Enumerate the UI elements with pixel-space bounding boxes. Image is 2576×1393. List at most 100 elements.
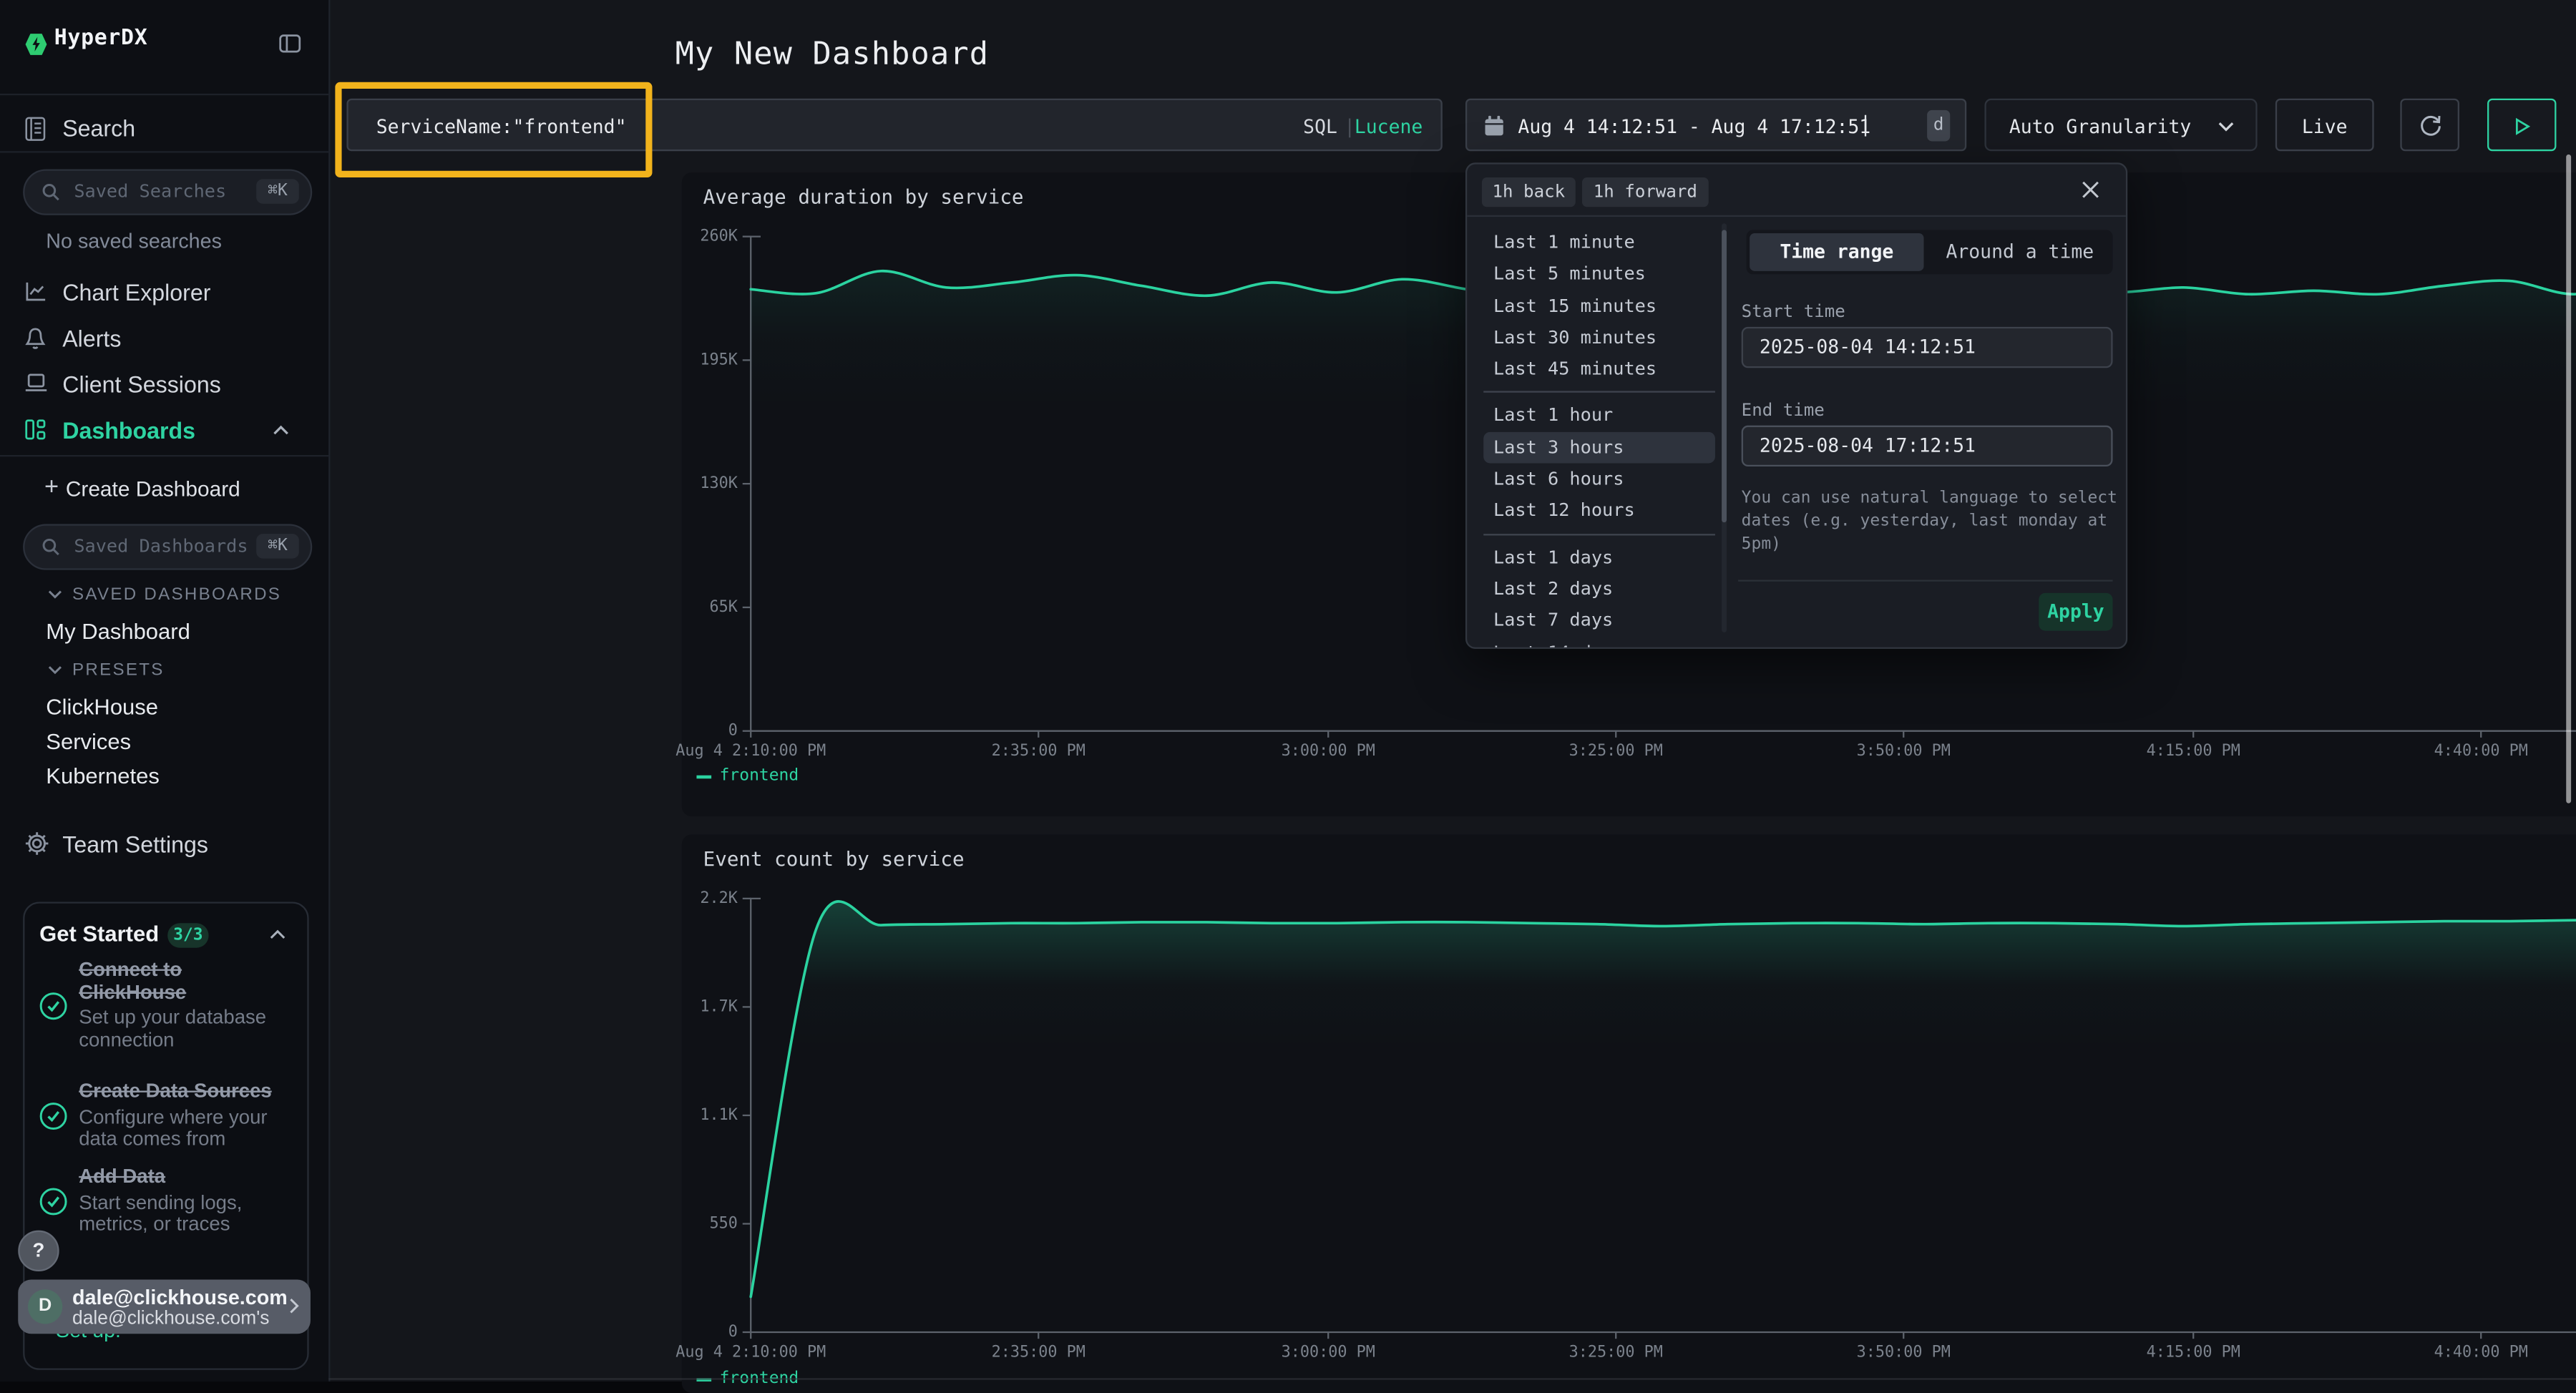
get-started-item-title: Connect to ClickHouse: [79, 959, 279, 1004]
laptop-icon: [24, 373, 47, 393]
saved-searches-input[interactable]: Saved Searches ⌘K: [23, 169, 312, 215]
sidebar-item-label: Dashboards: [62, 417, 195, 444]
check-circle-icon: [39, 1102, 67, 1130]
shift-back-button[interactable]: 1h back: [1482, 177, 1576, 207]
svg-text:65K: 65K: [709, 598, 738, 616]
bell-icon: [24, 327, 46, 350]
main-content: My New Dashboard ServiceName:"frontend" …: [328, 0, 2576, 1382]
live-button[interactable]: Live: [2275, 99, 2374, 151]
get-started-item-subtitle: Set up your database connection: [79, 1007, 279, 1051]
get-started-item[interactable]: Connect to ClickHouseSet up your databas…: [39, 959, 283, 1052]
scrollbar-thumb[interactable]: [1722, 230, 1727, 522]
saved-dashboards-section-header[interactable]: SAVED DASHBOARDS: [0, 582, 328, 608]
run-query-button[interactable]: [2487, 99, 2555, 151]
preset-link-services[interactable]: Services: [0, 725, 328, 759]
time-range-option[interactable]: Last 12 hours: [1483, 495, 1715, 527]
time-range-option[interactable]: Last 5 minutes: [1483, 258, 1715, 290]
presets-section-header[interactable]: PRESETS: [0, 657, 328, 683]
time-range-option[interactable]: Last 3 hours: [1483, 431, 1715, 463]
sidebar-item-alerts[interactable]: Alerts: [0, 316, 328, 361]
page-scrollbar-thumb[interactable]: [2566, 155, 2571, 803]
preset-link-kubernetes[interactable]: Kubernetes: [0, 759, 328, 793]
time-mode-tabs: Time range Around a time: [1747, 230, 2113, 274]
hyperdx-logo-icon: [24, 33, 47, 56]
time-range-option[interactable]: Last 14 days: [1483, 637, 1715, 649]
language-divider: |: [1344, 115, 1355, 138]
chart-legend[interactable]: frontend: [696, 767, 799, 785]
divider: [1467, 215, 2126, 217]
check-circle-icon: [39, 992, 67, 1020]
chart-plot-area: 2.2K1.7K1.1K5500Aug 4 2:10:00 PM2:35:00 …: [682, 834, 2576, 1393]
tab-around-a-time[interactable]: Around a time: [1931, 233, 2109, 271]
section-header-label: SAVED DASHBOARDS: [72, 585, 281, 605]
sidebar-item-client-sessions[interactable]: Client Sessions: [0, 361, 328, 407]
collapse-sidebar-icon[interactable]: [279, 34, 301, 52]
end-time-input[interactable]: 2025-08-04 17:12:51: [1742, 426, 2113, 466]
svg-text:4:40:00 PM: 4:40:00 PM: [2434, 742, 2528, 760]
help-button[interactable]: ?: [18, 1231, 59, 1271]
svg-text:3:50:00 PM: 3:50:00 PM: [1857, 742, 1951, 760]
time-range-option[interactable]: Last 1 days: [1483, 542, 1715, 573]
search-query-input[interactable]: ServiceName:"frontend" SQL | Lucene: [346, 99, 1442, 151]
time-range-option[interactable]: Last 6 hours: [1483, 464, 1715, 495]
dashboard-grid-icon: [24, 419, 46, 440]
chevron-down-icon: [2218, 122, 2234, 132]
chevron-up-icon[interactable]: [270, 929, 286, 939]
sidebar-item-label: Alerts: [62, 326, 121, 352]
lucene-toggle[interactable]: Lucene: [1355, 115, 1423, 138]
time-range-option[interactable]: Last 45 minutes: [1483, 353, 1715, 385]
shift-forward-button[interactable]: 1h forward: [1582, 177, 1709, 207]
time-range-option[interactable]: Last 30 minutes: [1483, 322, 1715, 353]
duration-shortcut-badge: d: [1927, 110, 1950, 142]
saved-dashboards-placeholder: Saved Dashboards: [74, 535, 248, 557]
time-range-option[interactable]: Last 7 days: [1483, 605, 1715, 637]
time-range-option[interactable]: Last 15 minutes: [1483, 290, 1715, 321]
sidebar-item-chart-explorer[interactable]: Chart Explorer: [0, 270, 328, 316]
svg-text:1.1K: 1.1K: [700, 1106, 738, 1124]
section-header-label: PRESETS: [72, 660, 165, 680]
sql-toggle[interactable]: SQL: [1303, 115, 1337, 138]
preset-link-clickhouse[interactable]: ClickHouse: [0, 690, 328, 724]
create-dashboard-label: Create Dashboard: [66, 476, 240, 501]
get-started-item-title: Add Data: [79, 1166, 279, 1188]
granularity-select[interactable]: Auto Granularity: [1984, 99, 2257, 151]
close-icon[interactable]: [2082, 181, 2099, 199]
sidebar-item-search[interactable]: Search: [0, 105, 328, 151]
tab-time-range[interactable]: Time range: [1750, 233, 1923, 271]
divider: [1483, 392, 1715, 394]
svg-text:1.7K: 1.7K: [700, 997, 738, 1015]
end-time-label: End time: [1742, 401, 1825, 421]
get-started-item[interactable]: Add DataStart sending logs, metrics, or …: [39, 1166, 283, 1236]
refresh-button[interactable]: [2400, 99, 2459, 151]
window-bottom-edge: [328, 1377, 2576, 1379]
divider: [1738, 580, 2112, 581]
chevron-right-icon: [289, 1298, 299, 1314]
time-range-input[interactable]: Aug 4 14:12:51 - Aug 4 17:12:51 d: [1465, 99, 1966, 151]
get-started-item-subtitle: Configure where your data comes from: [79, 1106, 279, 1150]
saved-dashboards-input[interactable]: Saved Dashboards ⌘K: [23, 524, 312, 570]
live-label: Live: [2277, 115, 2372, 138]
dashboard-link-my-dashboard[interactable]: My Dashboard: [0, 615, 328, 649]
sidebar-item-team-settings[interactable]: Team Settings: [0, 821, 328, 867]
svg-text:2:35:00 PM: 2:35:00 PM: [992, 742, 1085, 760]
play-icon: [2514, 118, 2529, 135]
svg-text:3:25:00 PM: 3:25:00 PM: [1569, 742, 1663, 760]
time-range-option[interactable]: Last 2 days: [1483, 573, 1715, 605]
svg-text:3:50:00 PM: 3:50:00 PM: [1857, 1343, 1951, 1361]
svg-text:4:15:00 PM: 4:15:00 PM: [2147, 1343, 2240, 1361]
apply-button[interactable]: Apply: [2039, 593, 2112, 631]
search-icon: [41, 537, 61, 557]
relative-time-list: Last 1 minuteLast 5 minutesLast 15 minut…: [1483, 227, 1715, 649]
user-menu[interactable]: D dale@clickhouse.com dale@clickhouse.co…: [18, 1280, 311, 1334]
time-range-option[interactable]: Last 1 minute: [1483, 227, 1715, 258]
start-time-input[interactable]: 2025-08-04 14:12:51: [1742, 327, 2113, 368]
create-dashboard-button[interactable]: + Create Dashboard: [0, 471, 328, 508]
time-range-option[interactable]: Last 1 hour: [1483, 400, 1715, 431]
get-started-item[interactable]: Create Data SourcesConfigure where your …: [39, 1081, 283, 1151]
svg-text:195K: 195K: [700, 351, 738, 368]
sidebar-item-dashboards[interactable]: Dashboards: [0, 407, 328, 453]
svg-text:4:15:00 PM: 4:15:00 PM: [2147, 742, 2240, 760]
app-root: HyperDX Search Saved Searches: [0, 0, 2576, 1382]
link-label: Services: [46, 729, 131, 753]
natural-language-hint: You can use natural language to select d…: [1742, 488, 2121, 557]
